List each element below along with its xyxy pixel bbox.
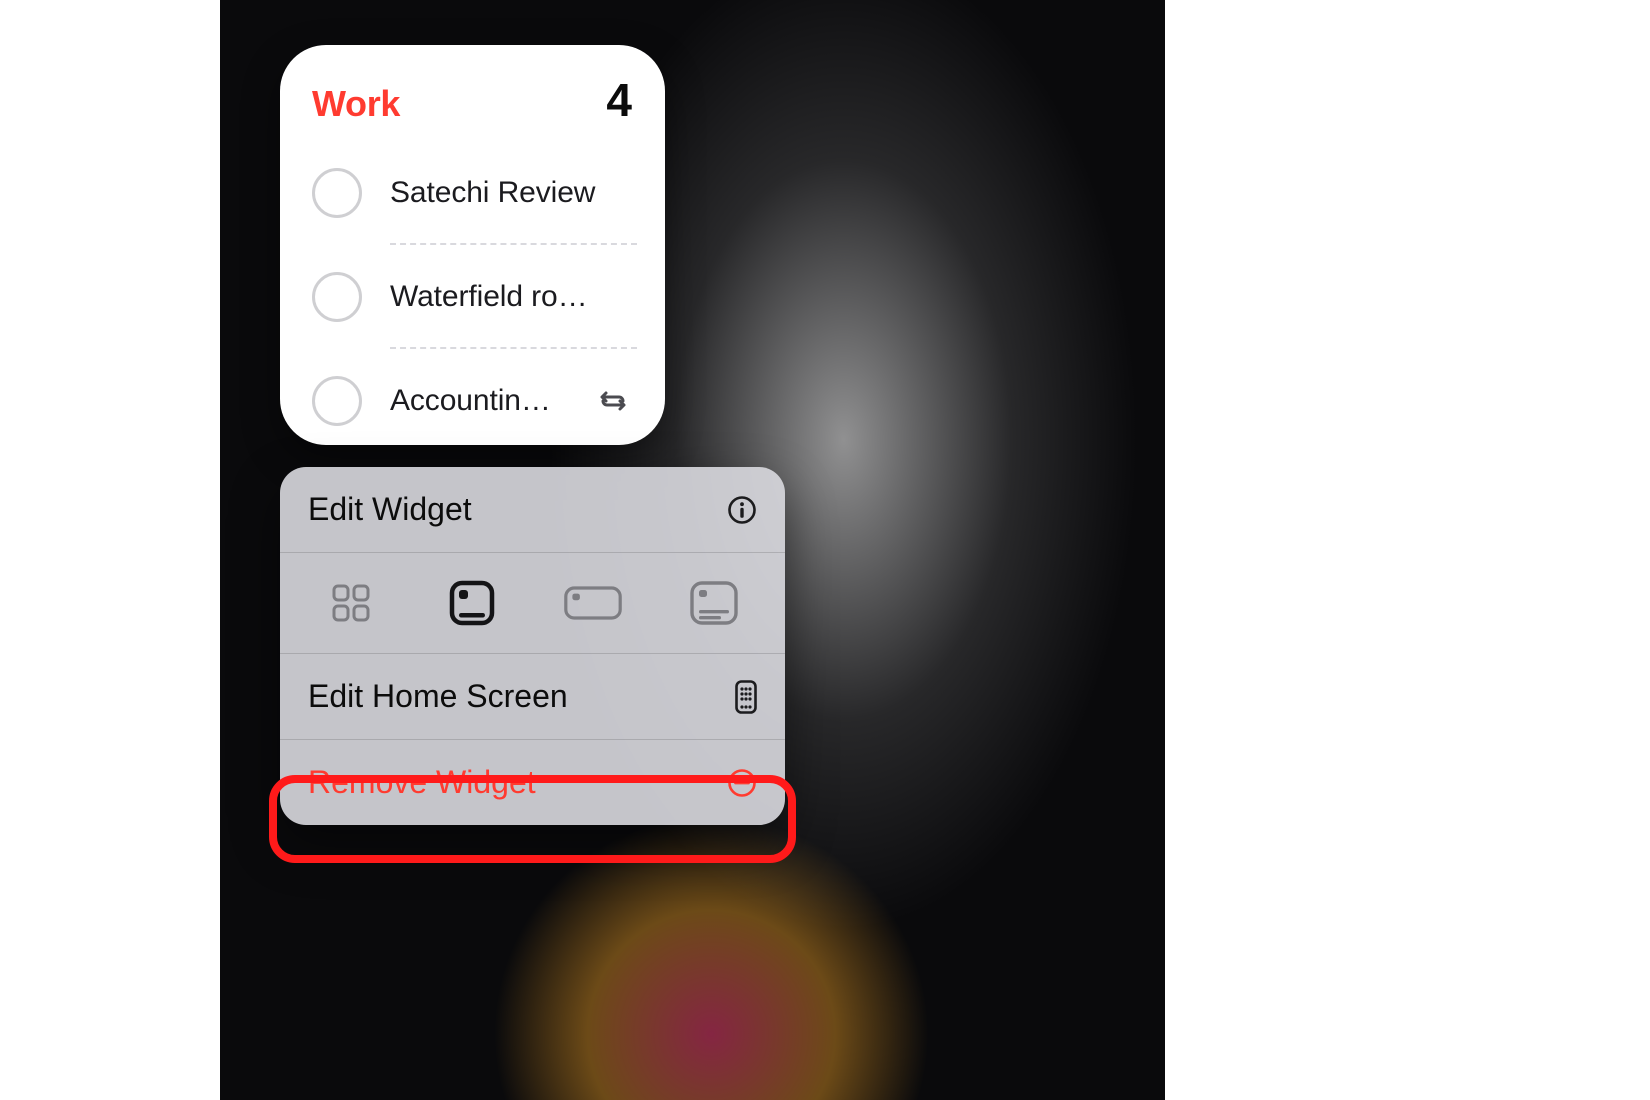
- widget-count-badge: 4: [606, 73, 631, 127]
- widget-header: Work 4: [308, 73, 637, 131]
- apps-grid-icon: [735, 680, 757, 714]
- menu-item-label: Edit Widget: [308, 491, 472, 528]
- reminder-title: Satechi Review: [390, 176, 637, 210]
- widget-list-name: Work: [312, 83, 400, 125]
- widget-size-medium-wide[interactable]: [563, 579, 623, 627]
- reminder-item[interactable]: Satechi Review: [310, 141, 637, 245]
- reminders-widget[interactable]: Work 4 Satechi Review Waterfield ro… Acc…: [280, 45, 665, 445]
- reminder-item[interactable]: Accountin…: [310, 349, 637, 453]
- reminder-item[interactable]: Waterfield ro…: [310, 245, 637, 349]
- menu-item-edit-home-screen[interactable]: Edit Home Screen: [280, 654, 785, 740]
- reminder-title: Accountin…: [390, 384, 588, 418]
- menu-item-edit-widget[interactable]: Edit Widget: [280, 467, 785, 553]
- canvas: Work 4 Satechi Review Waterfield ro… Acc…: [0, 0, 1650, 1100]
- menu-item-label: Remove Widget: [308, 764, 536, 801]
- remove-circle-icon: [727, 768, 757, 798]
- menu-item-remove-widget[interactable]: Remove Widget: [280, 740, 785, 825]
- widget-size-small-grid[interactable]: [321, 579, 381, 627]
- widget-size-picker: [280, 553, 785, 654]
- info-icon: [727, 495, 757, 525]
- repeat-icon: [598, 387, 628, 415]
- widget-size-large[interactable]: [684, 579, 744, 627]
- widget-context-menu: Edit Widget: [280, 467, 785, 825]
- reminder-title: Waterfield ro…: [390, 280, 637, 314]
- reminder-list: Satechi Review Waterfield ro… Accountin…: [308, 141, 637, 453]
- unchecked-circle-icon[interactable]: [312, 272, 362, 322]
- unchecked-circle-icon[interactable]: [312, 168, 362, 218]
- widget-size-small-square[interactable]: [442, 579, 502, 627]
- menu-item-label: Edit Home Screen: [308, 678, 568, 715]
- unchecked-circle-icon[interactable]: [312, 376, 362, 426]
